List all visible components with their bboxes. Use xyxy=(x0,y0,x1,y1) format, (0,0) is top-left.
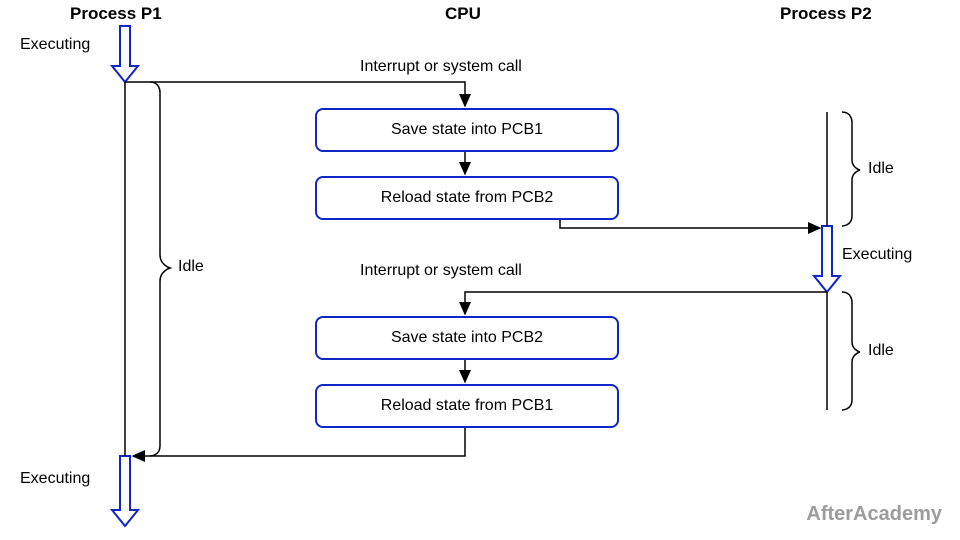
box-save-pcb1: Save state into PCB1 xyxy=(315,108,619,152)
arrow-to-p1 xyxy=(133,424,465,456)
header-cpu: CPU xyxy=(445,4,481,24)
box-save-pcb2: Save state into PCB2 xyxy=(315,316,619,360)
label-interrupt-1: Interrupt or system call xyxy=(360,58,522,76)
p2-exec-arrow xyxy=(814,226,840,292)
p1-exec-arrow-top xyxy=(112,26,138,82)
watermark: AfterAcademy xyxy=(806,503,942,526)
arrow-int1 xyxy=(125,82,465,106)
label-executing-top: Executing xyxy=(20,36,90,54)
header-p2: Process P2 xyxy=(780,4,872,24)
box-reload-pcb2: Reload state from PCB2 xyxy=(315,176,619,220)
brace-left xyxy=(150,82,170,456)
label-executing-mid: Executing xyxy=(842,246,912,264)
arrow-int2 xyxy=(465,292,827,314)
label-executing-bot: Executing xyxy=(20,470,90,488)
brace-r1 xyxy=(842,112,860,226)
label-idle-left: Idle xyxy=(178,258,204,276)
label-interrupt-2: Interrupt or system call xyxy=(360,262,522,280)
header-p1: Process P1 xyxy=(70,4,162,24)
brace-r2 xyxy=(842,292,860,410)
label-idle-r1: Idle xyxy=(868,160,894,178)
box-reload-pcb1: Reload state from PCB1 xyxy=(315,384,619,428)
label-idle-r2: Idle xyxy=(868,342,894,360)
p1-exec-arrow-bottom xyxy=(112,456,138,526)
